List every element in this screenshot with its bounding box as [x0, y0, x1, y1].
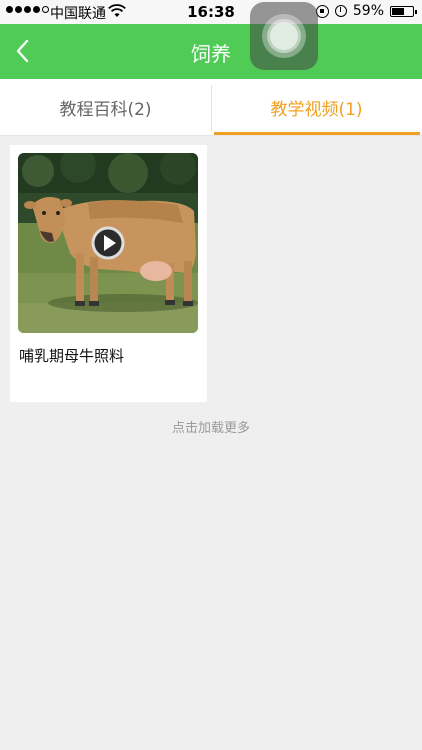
- play-icon[interactable]: [90, 225, 126, 261]
- status-bar: 中国联通 16:38 59%: [0, 0, 422, 24]
- video-card[interactable]: 哺乳期母牛照料: [10, 145, 207, 402]
- battery-icon: [390, 5, 417, 17]
- assistive-touch-button[interactable]: [250, 2, 318, 70]
- status-right-group: 59%: [315, 3, 417, 19]
- alarm-icon: [334, 5, 347, 17]
- tab-bar: 教程百科(2) 教学视频(1): [0, 79, 422, 136]
- page-title: 饲养: [191, 42, 231, 66]
- video-title: 哺乳期母牛照料: [19, 347, 125, 365]
- battery-percent: 59%: [352, 3, 384, 19]
- nav-bar: 饲养: [0, 24, 422, 79]
- active-tab-indicator: [214, 132, 420, 135]
- screen: 中国联通 16:38 59% 饲养 教程百科(2) 教学视频(1) 哺乳期母牛照…: [0, 0, 422, 750]
- load-more-button[interactable]: 点击加载更多: [0, 417, 422, 436]
- tab-teaching-videos[interactable]: 教学视频(1): [211, 79, 422, 135]
- cow-photo[interactable]: [18, 153, 198, 333]
- tab-tutorial-wiki[interactable]: 教程百科(2): [0, 79, 211, 135]
